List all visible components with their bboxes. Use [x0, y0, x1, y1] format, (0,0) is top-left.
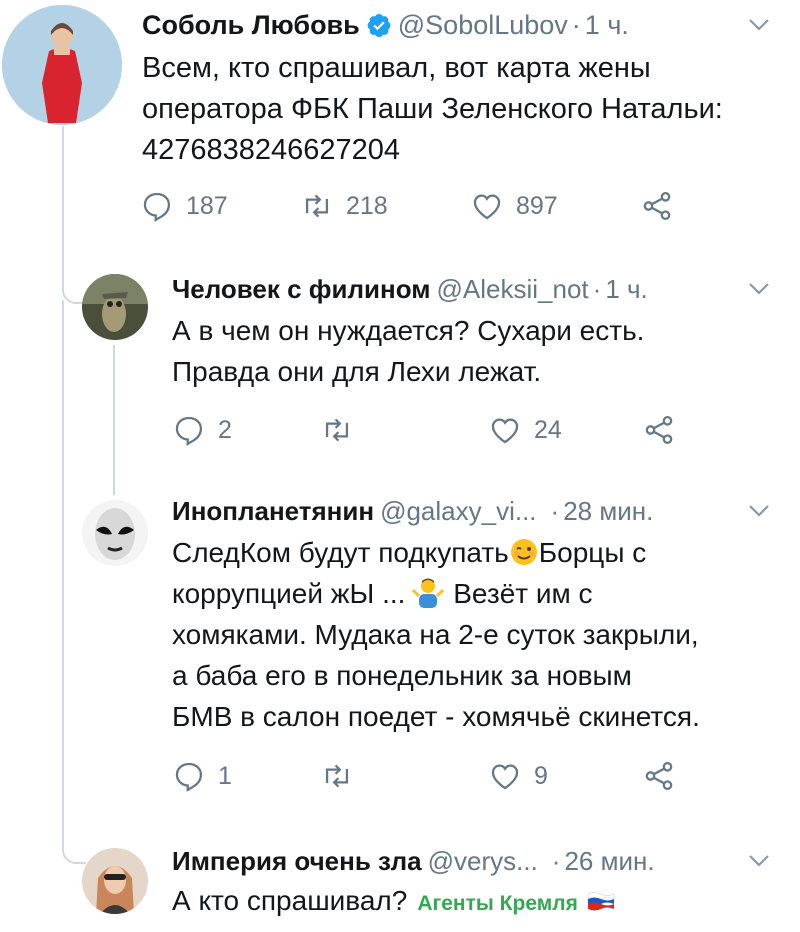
tweet-text-line: коррупцией жЫ ... Везёт им с [172, 573, 700, 614]
author-name[interactable]: Инопланетянин [172, 496, 374, 526]
reply-button[interactable]: 187 [140, 188, 228, 224]
tweet-header: Империя очень зла @verys... · 26 мин. [172, 844, 655, 878]
retweet-icon [325, 418, 349, 442]
tweet-text-line: а баба его в понедельник за новым [172, 660, 632, 691]
author-handle[interactable]: @verys... [428, 846, 538, 876]
separator: · [550, 496, 560, 526]
chevron-down-icon[interactable] [748, 504, 770, 518]
retweet-count: 218 [346, 191, 388, 220]
tweet-actions: 1 9 [172, 758, 692, 794]
chevron-down-icon[interactable] [748, 18, 770, 32]
tweet-text-line: Всем, кто спрашивал, вот карта жены [142, 52, 651, 84]
profile-badge: Агенты Кремля [417, 892, 578, 915]
reply-icon [175, 762, 203, 792]
share-button[interactable] [642, 412, 676, 448]
separator: · [551, 846, 561, 876]
tweet-actions: 2 24 [172, 412, 692, 448]
reply-count: 1 [218, 761, 232, 790]
tweet-text: А кто спрашивал? Агенты Кремля [172, 880, 616, 924]
tweet-actions: 187 218 897 [140, 188, 700, 224]
retweet-button[interactable] [320, 758, 354, 794]
reply-icon [175, 416, 203, 446]
author-name[interactable]: Соболь Любовь [142, 10, 360, 40]
separator: · [592, 274, 602, 304]
tweet-header: Человек с филином @Aleksii_not · 1 ч. [172, 272, 648, 306]
tweet-reply[interactable]: Инопланетянин @galaxy_vi... · 28 мин. СледК… [0, 488, 800, 828]
chevron-down-icon[interactable] [748, 854, 770, 868]
heart-icon [491, 418, 519, 444]
reply-count: 2 [218, 415, 232, 444]
share-icon [645, 761, 673, 791]
author-name[interactable]: Империя очень зла [172, 846, 422, 876]
retweet-button[interactable] [320, 412, 354, 448]
tweet-header: Соболь Любовь @SobolLubov · 1 ч. [142, 8, 629, 42]
tweet-text-fragment: Борцы с [538, 537, 647, 568]
author-name[interactable]: Человек с филином [172, 274, 431, 304]
like-count: 897 [516, 191, 558, 220]
tweet-text-fragment: коррупцией жЫ ... [172, 578, 406, 609]
author-handle[interactable]: @Aleksii_not [437, 274, 589, 304]
avatar[interactable] [82, 500, 148, 566]
tweet-text-line: хомяками. Мудака на 2-е суток закрыли, [172, 619, 699, 650]
timestamp[interactable]: 26 мин. [564, 846, 654, 876]
timestamp[interactable]: 1 ч. [605, 274, 647, 304]
like-count: 9 [534, 761, 548, 790]
tweet-text-line: БМВ в салон поедет - хомячьё скинется. [172, 701, 700, 732]
retweet-button[interactable]: 218 [300, 188, 388, 224]
avatar[interactable] [82, 848, 148, 914]
like-button[interactable]: 897 [470, 188, 558, 224]
tweet-text-line: А кто спрашивал? [172, 885, 408, 916]
tweet-text-line: СледКом будут подкупать Борцы с [172, 532, 700, 573]
timestamp[interactable]: 1 ч. [585, 10, 629, 40]
tweet-text-line: оператора ФБК Паши Зеленского Натальи: [142, 93, 723, 125]
share-icon [645, 415, 673, 445]
like-button[interactable]: 24 [488, 412, 562, 448]
tweet-reply[interactable]: Человек с филином @Aleksii_not · 1 ч. А в ч… [0, 260, 800, 470]
like-count: 24 [534, 415, 562, 444]
tweet-text: А в чем он нуждается? Сухари есть. Правд… [172, 310, 644, 392]
russian-flag-icon [587, 892, 615, 911]
reply-button[interactable]: 2 [172, 412, 232, 448]
tweet-main[interactable]: Соболь Любовь @SobolLubov · 1 ч. Всем, кто … [0, 0, 800, 250]
like-button[interactable]: 9 [488, 758, 548, 794]
tweet-text-fragment: СледКом будут подкупать [172, 537, 509, 568]
heart-icon [473, 194, 501, 220]
tweet-text-line: 4276838246627204 [142, 134, 401, 166]
share-button[interactable] [642, 758, 676, 794]
tweet-text: СледКом будут подкупать Борцы с коррупцие… [172, 532, 700, 737]
heart-icon [491, 764, 519, 790]
retweet-icon [325, 764, 349, 788]
man-shrugging-emoji [412, 578, 445, 608]
tweet-text: Всем, кто спрашивал, вот карта жены опер… [142, 48, 723, 171]
chevron-down-icon[interactable] [748, 282, 770, 296]
reply-count: 187 [186, 191, 228, 220]
share-button[interactable] [640, 188, 674, 224]
reply-icon [143, 192, 171, 222]
author-handle[interactable]: @SobolLubov [398, 10, 568, 40]
timestamp[interactable]: 28 мин. [563, 496, 653, 526]
share-icon [643, 191, 671, 221]
tweet-text-fragment: Везёт им с [445, 578, 593, 609]
tweet-text-line: А в чем он нуждается? Сухари есть. [172, 315, 645, 346]
winking-face-emoji [510, 539, 537, 565]
tweet-reply[interactable]: Империя очень зла @verys... · 26 мин. А кто… [0, 836, 800, 932]
separator: · [571, 10, 581, 40]
avatar[interactable] [2, 5, 122, 125]
reply-button[interactable]: 1 [172, 758, 232, 794]
tweet-header: Инопланетянин @galaxy_vi... · 28 мин. [172, 494, 653, 528]
author-handle[interactable]: @galaxy_vi... [380, 496, 536, 526]
retweet-icon [305, 194, 329, 218]
verified-badge-icon [367, 14, 391, 38]
tweet-text-line: Правда они для Лехи лежат. [172, 356, 542, 387]
avatar[interactable] [82, 274, 148, 340]
